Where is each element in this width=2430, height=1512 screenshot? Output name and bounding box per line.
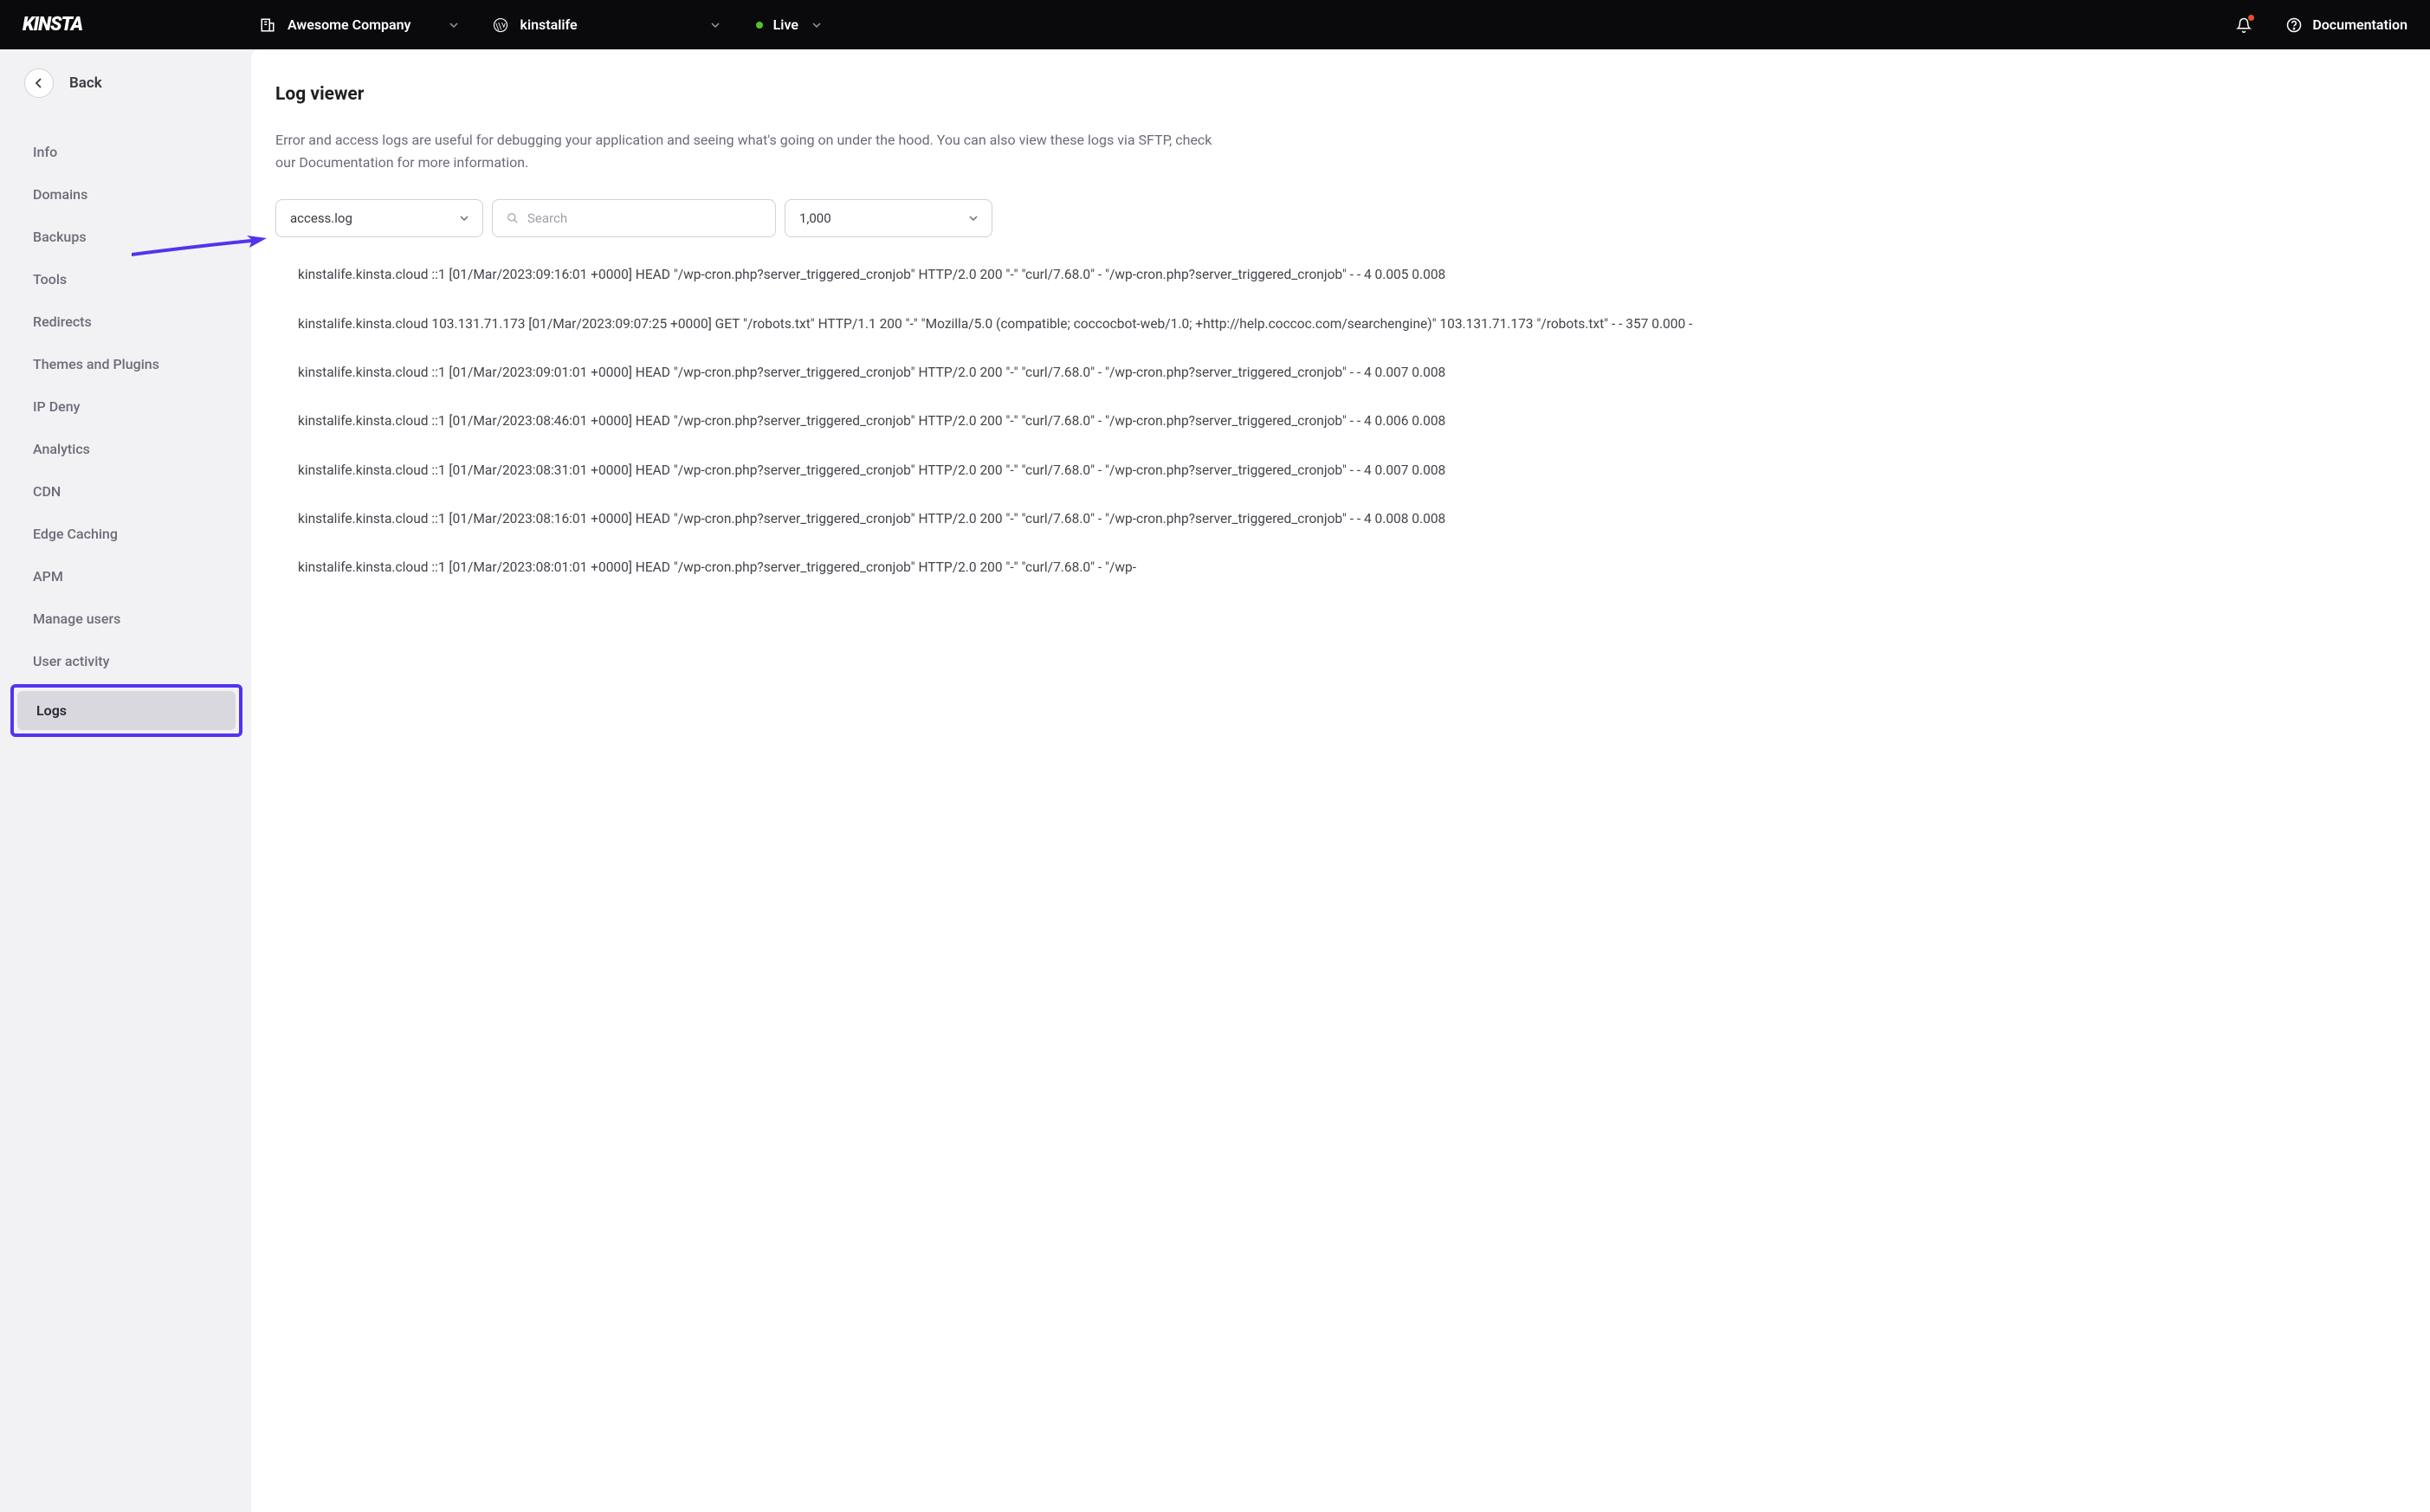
log-entry: kinstalife.kinsta.cloud ::1 [01/Mar/2023…	[298, 556, 2430, 578]
sidebar-item-logs[interactable]: Logs	[10, 684, 242, 737]
search-icon	[507, 212, 519, 224]
sidebar-item-label: User activity	[33, 653, 109, 669]
sidebar-item-manage-users[interactable]: Manage users	[24, 599, 236, 638]
sidebar-item-label: Redirects	[33, 313, 92, 330]
documentation-label: Documentation	[2312, 16, 2407, 33]
documentation-link[interactable]: Documentation	[2286, 16, 2407, 33]
sidebar-item-label: Edge Caching	[33, 526, 118, 542]
log-entries-list: kinstalife.kinsta.cloud ::1 [01/Mar/2023…	[275, 263, 2430, 578]
sidebar-item-label: APM	[33, 568, 63, 585]
log-file-select[interactable]: access.log	[275, 199, 483, 237]
company-selector-label: Awesome Company	[288, 16, 411, 33]
top-header: KINSTA Awesome Company kinstalife	[0, 0, 2430, 49]
back-button[interactable]: Back	[24, 68, 236, 98]
chevron-down-icon	[812, 21, 821, 29]
sidebar-item-themes-plugins[interactable]: Themes and Plugins	[24, 345, 236, 384]
sidebar-item-label: Tools	[33, 271, 67, 288]
sidebar: Back Info Domains Backups Tools Redirect…	[0, 49, 251, 1512]
log-count-select-value: 1,000	[799, 210, 831, 226]
log-search[interactable]	[492, 199, 776, 237]
sidebar-item-info[interactable]: Info	[24, 132, 236, 171]
environment-selector[interactable]: Live	[756, 16, 821, 33]
sidebar-item-label: Info	[33, 144, 57, 160]
environment-label: Live	[773, 16, 798, 33]
wordpress-icon	[493, 17, 508, 33]
sidebar-item-ip-deny[interactable]: IP Deny	[24, 387, 236, 426]
kinsta-logo[interactable]: KINSTA	[23, 16, 104, 35]
site-selector[interactable]: kinstalife	[493, 16, 720, 33]
log-entry: kinstalife.kinsta.cloud ::1 [01/Mar/2023…	[298, 507, 2430, 530]
page-title: Log viewer	[275, 84, 2430, 105]
site-selector-label: kinstalife	[520, 16, 578, 33]
notifications-button[interactable]	[2236, 17, 2252, 33]
sidebar-item-cdn[interactable]: CDN	[24, 472, 236, 511]
chevron-down-icon	[711, 21, 720, 29]
sidebar-item-label: Analytics	[33, 441, 90, 457]
log-entry: kinstalife.kinsta.cloud 103.131.71.173 […	[298, 313, 2430, 335]
chevron-down-icon	[460, 214, 469, 223]
page-description: Error and access logs are useful for deb…	[275, 129, 1228, 173]
log-file-select-value: access.log	[290, 210, 352, 226]
sidebar-item-redirects[interactable]: Redirects	[24, 302, 236, 341]
sidebar-item-label: IP Deny	[33, 398, 80, 415]
sidebar-item-label: Themes and Plugins	[33, 356, 159, 372]
building-icon	[260, 17, 275, 33]
log-entry: kinstalife.kinsta.cloud ::1 [01/Mar/2023…	[298, 361, 2430, 384]
help-icon	[2286, 17, 2302, 33]
sidebar-item-user-activity[interactable]: User activity	[24, 642, 236, 681]
back-arrow-icon	[24, 68, 54, 98]
sidebar-item-backups[interactable]: Backups	[24, 217, 236, 256]
log-count-select[interactable]: 1,000	[785, 199, 992, 237]
main-content: Log viewer Error and access logs are use…	[251, 49, 2430, 1512]
sidebar-item-analytics[interactable]: Analytics	[24, 430, 236, 468]
sidebar-item-label: Backups	[33, 229, 87, 245]
log-controls: access.log 1,000	[275, 199, 2430, 237]
log-entry: kinstalife.kinsta.cloud ::1 [01/Mar/2023…	[298, 459, 2430, 481]
sidebar-nav: Info Domains Backups Tools Redirects The…	[24, 132, 236, 737]
log-entry: kinstalife.kinsta.cloud ::1 [01/Mar/2023…	[298, 263, 2430, 286]
svg-text:KINSTA: KINSTA	[23, 16, 83, 35]
sidebar-item-apm[interactable]: APM	[24, 557, 236, 596]
back-label: Back	[69, 74, 102, 92]
sidebar-item-label: Logs	[36, 702, 67, 719]
sidebar-item-edge-caching[interactable]: Edge Caching	[24, 514, 236, 553]
status-dot-icon	[756, 22, 763, 29]
sidebar-item-tools[interactable]: Tools	[24, 260, 236, 299]
sidebar-item-label: Domains	[33, 186, 87, 203]
search-input[interactable]	[527, 210, 761, 226]
chevron-down-icon	[969, 214, 978, 223]
log-entry: kinstalife.kinsta.cloud ::1 [01/Mar/2023…	[298, 410, 2430, 432]
notification-badge	[2248, 15, 2254, 21]
sidebar-item-label: CDN	[33, 483, 61, 500]
sidebar-item-label: Manage users	[33, 611, 120, 627]
company-selector[interactable]: Awesome Company	[260, 16, 458, 33]
chevron-down-icon	[449, 21, 458, 29]
sidebar-item-domains[interactable]: Domains	[24, 175, 236, 214]
